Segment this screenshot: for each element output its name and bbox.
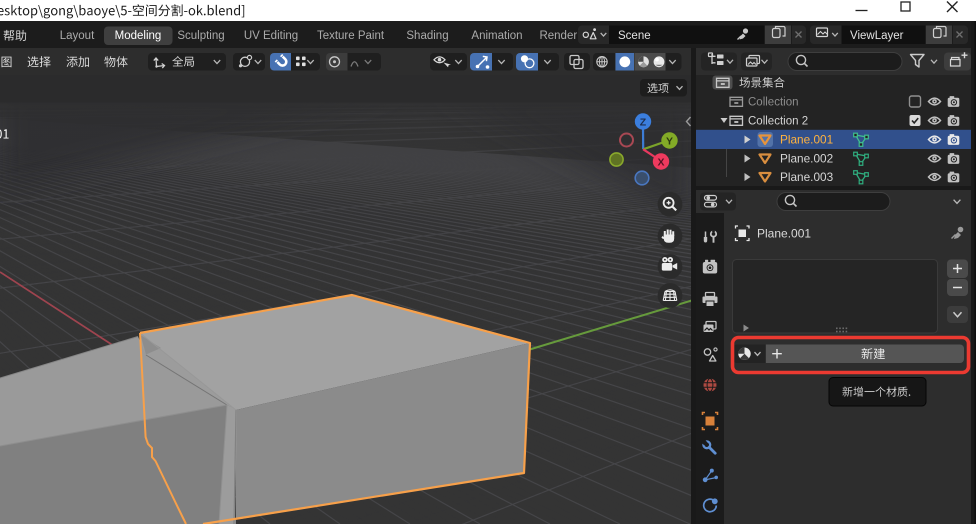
svg-text:Z: Z (640, 117, 647, 129)
svg-text:ViewLayer: ViewLayer (850, 30, 904, 42)
svg-text:Plane.003: Plane.003 (780, 170, 834, 184)
svg-text:UV Editing: UV Editing (244, 30, 298, 42)
svg-text:Collection: Collection (748, 96, 799, 108)
svg-text:Plane.001: Plane.001 (757, 227, 811, 241)
svg-text:X: X (657, 157, 664, 169)
svg-text:Plane.001: Plane.001 (780, 133, 833, 147)
svg-text:Collection 2: Collection 2 (748, 115, 808, 127)
svg-text:Texture Paint: Texture Paint (317, 30, 385, 42)
svg-text:Y: Y (666, 136, 673, 148)
svg-text:Animation: Animation (471, 30, 522, 42)
svg-text:Modeling: Modeling (115, 30, 162, 42)
svg-text:Layout: Layout (60, 30, 95, 42)
svg-text:Shading: Shading (406, 30, 448, 42)
svg-text:Plane.002: Plane.002 (780, 152, 833, 166)
svg-text:Sculpting: Sculpting (177, 30, 224, 42)
svg-text:Scene: Scene (618, 30, 651, 42)
